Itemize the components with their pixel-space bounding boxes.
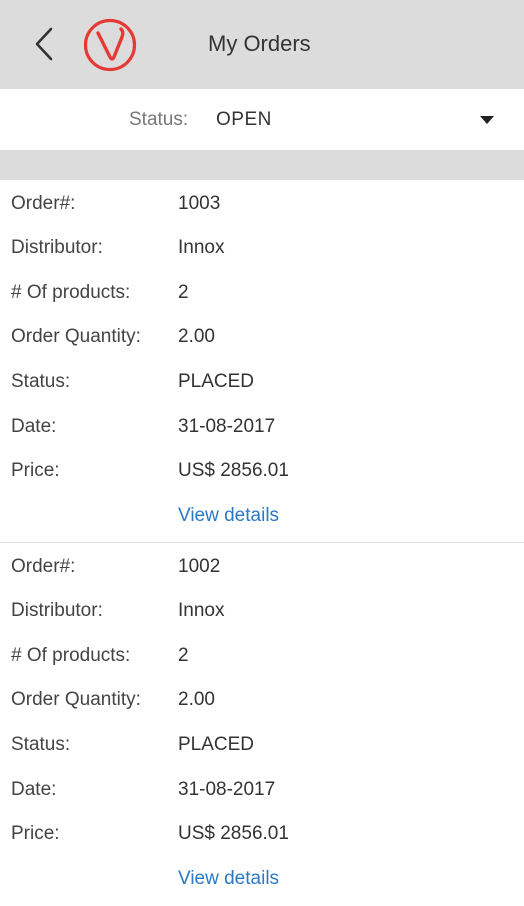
status-value: PLACED — [178, 371, 255, 392]
field-label: Price: — [11, 823, 60, 844]
v-logo-icon — [83, 18, 137, 72]
order-number-value: 1003 — [178, 193, 221, 214]
price-row: Price: US$ 2856.01 — [0, 819, 524, 849]
back-button[interactable] — [26, 22, 62, 66]
order-quantity-row: Order Quantity: 2.00 — [0, 322, 524, 352]
products-count-value: 2 — [178, 282, 189, 303]
field-label: Distributor: — [11, 237, 103, 258]
view-details-link[interactable]: View details — [178, 501, 279, 531]
order-quantity-row: Order Quantity: 2.00 — [0, 685, 524, 715]
date-value: 31-08-2017 — [178, 779, 276, 800]
field-label: Date: — [11, 416, 57, 437]
date-value: 31-08-2017 — [178, 416, 276, 437]
status-row: Status: PLACED — [0, 730, 524, 760]
distributor-value: Innox — [178, 600, 225, 621]
status-filter-value: OPEN — [216, 109, 272, 130]
order-card: Order#: 1002 Distributor: Innox # Of pro… — [0, 543, 524, 906]
distributor-row: Distributor: Innox — [0, 596, 524, 626]
order-list: Order#: 1003 Distributor: Innox # Of pro… — [0, 180, 524, 906]
status-filter-dropdown[interactable]: Status: OPEN — [0, 89, 524, 150]
field-label: # Of products: — [11, 282, 131, 303]
order-number-row: Order#: 1002 — [0, 552, 524, 582]
app-header: My Orders — [0, 0, 524, 89]
caret-down-icon — [480, 116, 494, 124]
view-details-link[interactable]: View details — [178, 864, 279, 894]
price-value: US$ 2856.01 — [178, 823, 289, 844]
order-quantity-value: 2.00 — [178, 689, 215, 710]
distributor-value: Innox — [178, 237, 225, 258]
status-row: Status: PLACED — [0, 367, 524, 397]
date-row: Date: 31-08-2017 — [0, 412, 524, 442]
products-count-row: # Of products: 2 — [0, 641, 524, 671]
products-count-row: # Of products: 2 — [0, 278, 524, 308]
products-count-value: 2 — [178, 645, 189, 666]
field-label: Distributor: — [11, 600, 103, 621]
order-quantity-value: 2.00 — [178, 326, 215, 347]
field-label: Order Quantity: — [11, 326, 141, 347]
page-title: My Orders — [208, 31, 311, 56]
field-label: Price: — [11, 460, 60, 481]
field-label: Order#: — [11, 193, 76, 214]
status-filter-label: Status: — [129, 109, 189, 130]
price-value: US$ 2856.01 — [178, 460, 289, 481]
field-label: Order#: — [11, 556, 76, 577]
field-label: # Of products: — [11, 645, 131, 666]
order-number-row: Order#: 1003 — [0, 189, 524, 219]
field-label: Date: — [11, 779, 57, 800]
status-value: PLACED — [178, 734, 255, 755]
field-label: Order Quantity: — [11, 689, 141, 710]
distributor-row: Distributor: Innox — [0, 233, 524, 263]
field-label: Status: — [11, 734, 71, 755]
order-card: Order#: 1003 Distributor: Innox # Of pro… — [0, 180, 524, 543]
price-row: Price: US$ 2856.01 — [0, 456, 524, 486]
app-logo — [82, 17, 138, 73]
chevron-left-icon — [35, 27, 53, 61]
date-row: Date: 31-08-2017 — [0, 775, 524, 805]
section-divider — [0, 150, 524, 180]
field-label: Status: — [11, 371, 71, 392]
order-number-value: 1002 — [178, 556, 221, 577]
